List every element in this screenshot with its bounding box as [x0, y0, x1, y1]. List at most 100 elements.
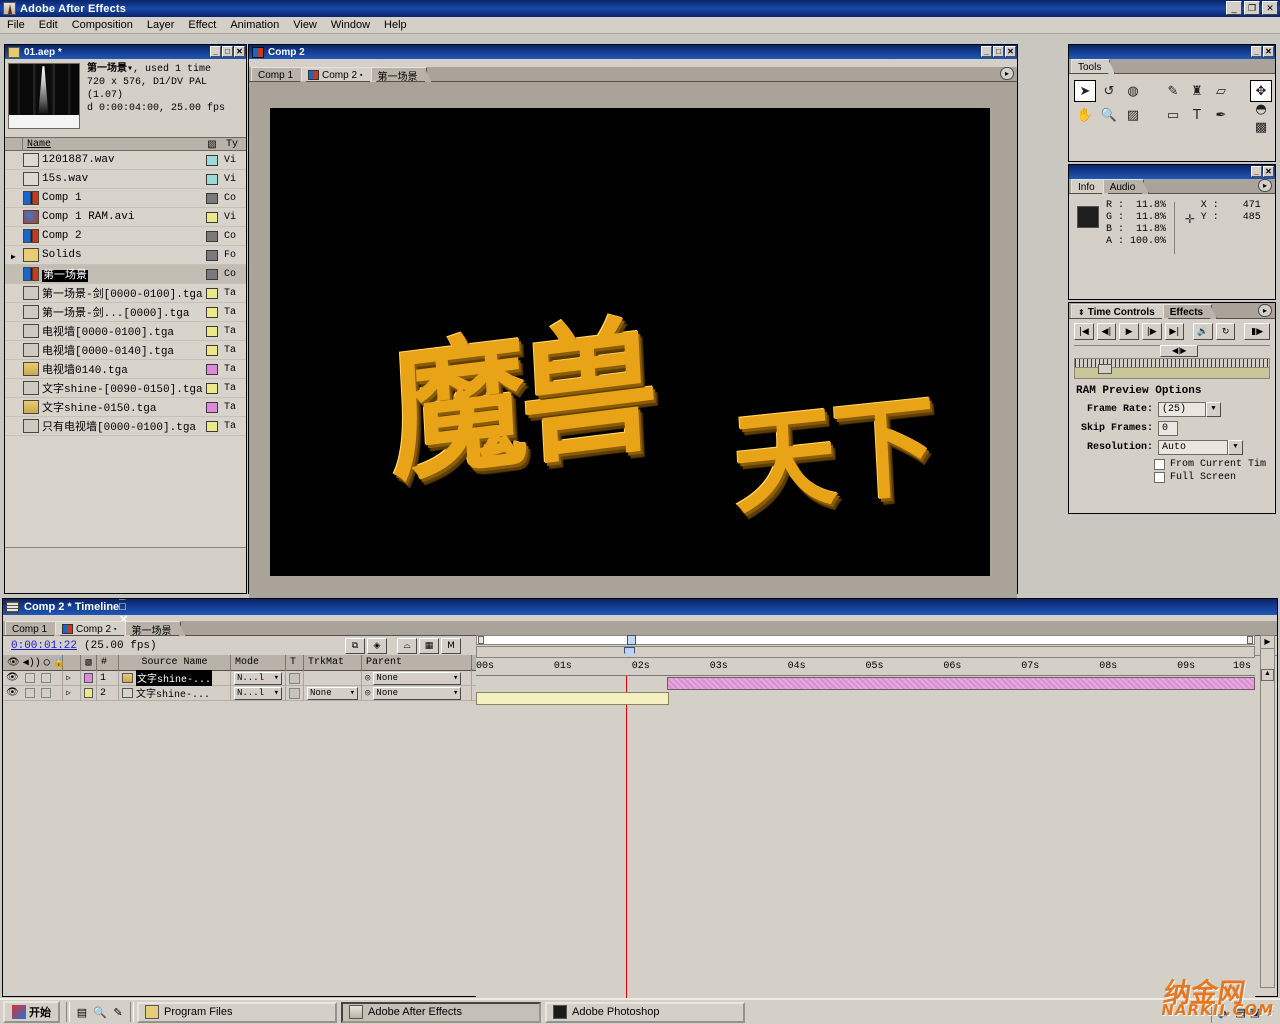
pen-icon[interactable]: ✒ [1210, 104, 1232, 126]
project-item[interactable]: 电视墙[0000-0100].tga Ta [5, 322, 246, 341]
transfer-controls-button[interactable]: ◈ [367, 637, 387, 654]
timeline-vertical-scrollbar[interactable]: ▶ ▲ [1260, 635, 1275, 988]
comp-minimize-button[interactable]: _ [981, 46, 992, 57]
project-item[interactable]: 第一场景-剑...[0000].tga Ta [5, 303, 246, 322]
volume-icon[interactable]: 🔈 [1218, 1006, 1232, 1019]
project-item-label-swatch[interactable] [206, 382, 218, 394]
tools-close-button[interactable]: ✕ [1263, 46, 1274, 57]
tab-time-controls[interactable]: ⬍ Time Controls [1071, 304, 1169, 319]
resolution-value[interactable]: Auto [1158, 440, 1228, 455]
project-item[interactable]: 只有电视墙[0000-0100].tga Ta [5, 417, 246, 436]
tab-effects[interactable]: Effects [1162, 304, 1218, 319]
frame-blending-button[interactable]: ▦ [419, 637, 439, 654]
full-screen-checkbox[interactable] [1154, 472, 1165, 483]
tools-minimize-button[interactable]: _ [1251, 46, 1262, 57]
layer-label-swatch[interactable] [84, 673, 93, 683]
frame-rate-value[interactable]: (25) [1158, 402, 1206, 417]
selection-icon[interactable]: ➤ [1074, 80, 1096, 102]
project-item[interactable]: 电视墙[0000-0140].tga Ta [5, 341, 246, 360]
shy-layers-button[interactable]: ⌓ [397, 637, 417, 654]
project-item-label-swatch[interactable] [206, 249, 218, 261]
layer-mode-dropdown[interactable]: N...l ▾ [234, 671, 282, 685]
zoom-icon[interactable]: 🔍 [1098, 104, 1120, 126]
frame-rate-dropdown-icon[interactable]: ▼ [1206, 402, 1221, 417]
orbit-icon[interactable]: ◍ [1122, 80, 1144, 102]
ie-icon[interactable]: 🔍 [91, 1003, 109, 1021]
audio-toggle-button[interactable]: 🔊 [1193, 323, 1213, 340]
layer-audio-toggle[interactable] [24, 688, 35, 698]
from-current-time-row[interactable]: From Current Tim [1154, 459, 1270, 470]
parent-pickwhip-icon[interactable]: ◎ [365, 673, 370, 683]
work-area-bar[interactable] [1074, 364, 1270, 379]
project-item[interactable]: Comp 1 Co [5, 189, 246, 208]
close-button[interactable]: ✕ [1262, 1, 1278, 15]
project-item-label-swatch[interactable] [206, 344, 218, 356]
project-item[interactable]: Comp 2 Co [5, 227, 246, 246]
layer-solo-toggle[interactable] [40, 673, 51, 683]
work-area-marker[interactable] [1098, 364, 1113, 374]
column-header-type[interactable]: Ty [222, 139, 246, 150]
timeline-tab-strip[interactable]: Comp 1 Comp 2 ▪ 第一场景 [3, 621, 1277, 637]
menu-window[interactable]: Window [324, 18, 377, 32]
show-desktop-icon[interactable]: ▤ [73, 1003, 91, 1021]
timeline-tab-2[interactable]: 第一场景 [124, 621, 186, 637]
antivirus-icon[interactable]: ☂ [1264, 1006, 1274, 1019]
first-frame-button[interactable]: |◀ [1074, 323, 1094, 340]
project-maximize-button[interactable]: □ [222, 46, 233, 57]
layer-expand-triangle-icon[interactable]: ▷ [63, 670, 81, 686]
time-ruler[interactable]: 00s 01s 02s 03s 04s 05s 06s 07s 08s 09s 10s [476, 659, 1255, 676]
layer-solo-toggle[interactable] [40, 688, 51, 698]
project-item-label-swatch[interactable] [206, 230, 218, 242]
project-item[interactable]: 第一场景 Co [5, 265, 246, 284]
text-icon[interactable]: T [1186, 104, 1208, 126]
comp-panel-menu-icon[interactable]: ▸ [1000, 67, 1014, 80]
project-item-label-swatch[interactable] [206, 287, 218, 299]
project-item-label-swatch[interactable] [206, 363, 218, 375]
menu-edit[interactable]: Edit [32, 18, 65, 32]
mask-icon[interactable]: ▨ [1122, 104, 1144, 126]
project-item-label-swatch[interactable] [206, 325, 218, 337]
layer-label-swatch[interactable] [84, 688, 93, 698]
resolution-dropdown-icon[interactable]: ▼ [1228, 440, 1243, 455]
shuttle-thumb[interactable]: ◀|▶ [1160, 345, 1199, 357]
tab-info[interactable]: Info [1071, 179, 1109, 194]
comp-viewport[interactable]: 魔兽 天下 [270, 108, 990, 576]
project-item-label-swatch[interactable] [206, 420, 218, 432]
project-item-label-swatch[interactable] [206, 401, 218, 413]
layer-visibility-icon[interactable]: 👁 [6, 672, 19, 684]
time-controls-menu-icon[interactable]: ▸ [1258, 304, 1272, 317]
minimize-button[interactable]: _ [1226, 1, 1242, 15]
menu-composition[interactable]: Composition [65, 18, 140, 32]
project-item-label-swatch[interactable] [206, 306, 218, 318]
timeline-maximize-button[interactable]: □ [119, 601, 128, 613]
disclosure-triangle-icon[interactable]: ▶ [11, 252, 18, 262]
work-area-strip[interactable] [476, 646, 1255, 658]
layer-row[interactable]: 👁 ▷ 1 文字shine-... N...l ▾ ◎ None ▾ [3, 670, 476, 686]
project-item-label-swatch[interactable] [206, 211, 218, 223]
current-time-field[interactable]: 0:00:01:22 [11, 640, 77, 652]
full-screen-row[interactable]: Full Screen [1154, 472, 1270, 483]
shape-icon[interactable]: ▭ [1162, 104, 1184, 126]
layer-mode-dropdown[interactable]: N...l ▾ [234, 686, 282, 700]
layer-switches-button[interactable]: ⧉ [345, 637, 365, 654]
shuttle-slider[interactable]: ◀|▶ [1074, 345, 1270, 357]
motion-blur-button[interactable]: M [441, 637, 461, 654]
current-time-indicator-head[interactable] [623, 647, 635, 658]
hand-icon[interactable]: ✋ [1074, 104, 1096, 126]
skip-frames-input[interactable]: 0 [1158, 421, 1178, 436]
brush-icon[interactable]: ✎ [1162, 80, 1184, 102]
resolution-combo[interactable]: Auto ▼ [1158, 440, 1243, 455]
from-current-time-checkbox[interactable] [1154, 459, 1165, 470]
frame-rate-combo[interactable]: (25) ▼ [1158, 402, 1221, 417]
project-item[interactable]: 电视墙0140.tga Ta [5, 360, 246, 379]
clone-stamp-icon[interactable]: ♜ [1186, 80, 1208, 102]
project-item[interactable]: Comp 1 RAM.avi Vi [5, 208, 246, 227]
t-header[interactable]: T [286, 654, 304, 671]
tab-tools[interactable]: Tools [1071, 59, 1116, 74]
tab-lock-icon[interactable]: ▪ [360, 72, 362, 79]
project-item-label-swatch[interactable] [206, 154, 218, 166]
layer-preserve-transparency-toggle[interactable] [289, 687, 300, 699]
parent-pickwhip-icon[interactable]: ◎ [365, 688, 370, 698]
ram-preview-button[interactable]: ▮▶ [1244, 323, 1270, 340]
menu-animation[interactable]: Animation [223, 18, 286, 32]
